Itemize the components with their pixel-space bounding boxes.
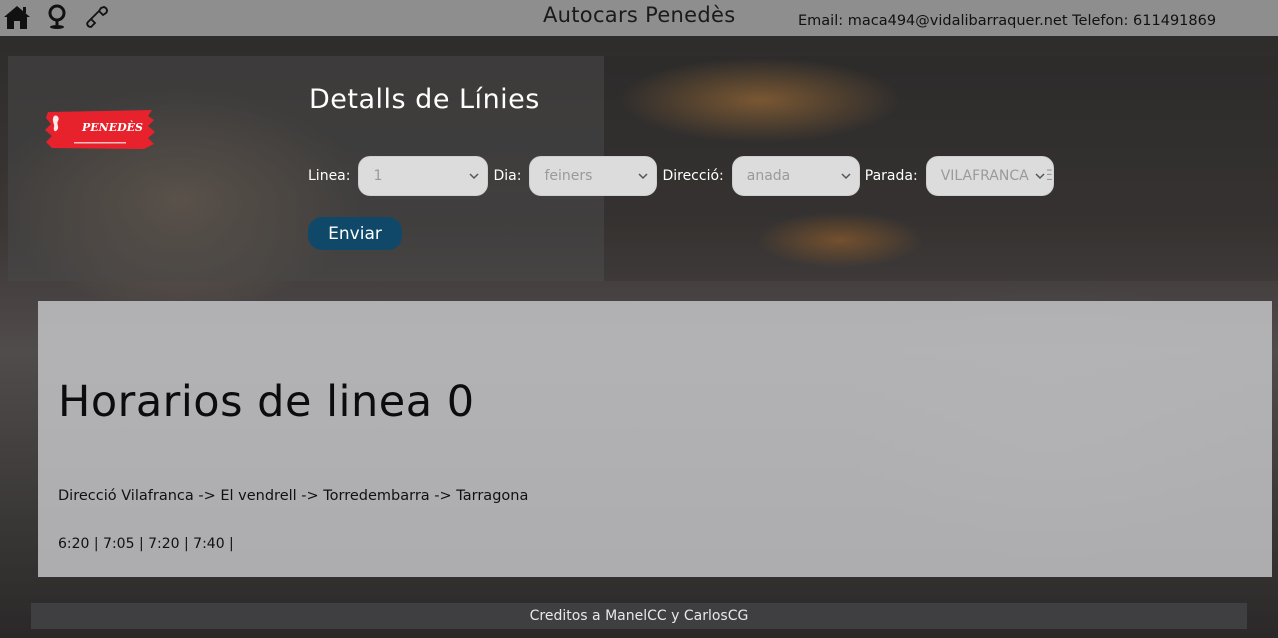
linea-select-value: 1 [373,168,383,184]
departure-times: 6:20 | 7:05 | 7:20 | 7:40 | [58,536,234,552]
top-bar: Autocars Penedès Email: maca494@vidaliba… [0,0,1278,36]
location-pin-icon[interactable] [42,4,72,30]
form-title: Detalls de Línies [309,84,540,115]
home-icon[interactable] [2,4,32,30]
parada-select[interactable]: VILAFRANCA DEL PENEDÈS [925,156,1054,196]
chevron-down-icon [469,173,480,180]
chevron-down-icon [841,173,851,180]
dia-select-value: feiners [544,168,593,184]
schedule-title: Horarios de linea 0 [58,377,475,427]
contact-info: Email: maca494@vidalibarraquer.net Telef… [798,13,1217,29]
direccio-select-value: anada [746,168,791,184]
direccio-select[interactable]: anada [731,156,860,196]
filter-form: Linea: 1 Dia: feiners Direcció: anada Pa… [308,156,1059,196]
route-description: Direcció Vilafranca -> El vendrell -> To… [58,488,529,504]
schedule-panel: Horarios de linea 0 Direcció Vilafranca … [38,301,1272,577]
parada-label: Parada: [864,168,918,184]
direccio-label: Direcció: [662,168,724,184]
dia-select[interactable]: feiners [529,156,658,196]
site-title: Autocars Penedès [543,3,736,27]
svg-text:PENEDÈS: PENEDÈS [81,120,143,134]
chevron-down-icon [1032,169,1047,183]
linea-select[interactable]: 1 [358,156,489,196]
submit-button[interactable]: Enviar [308,217,402,250]
footer: Creditos a ManelCC y CarlosCG [31,603,1247,629]
dia-label: Dia: [493,168,522,184]
linea-label: Linea: [308,168,351,184]
nav-icons [2,4,112,30]
chevron-down-icon [638,173,648,180]
footer-credits: Creditos a ManelCC y CarlosCG [529,608,749,624]
company-logo[interactable]: PENEDÈS [44,108,156,151]
phone-icon[interactable] [82,4,112,30]
